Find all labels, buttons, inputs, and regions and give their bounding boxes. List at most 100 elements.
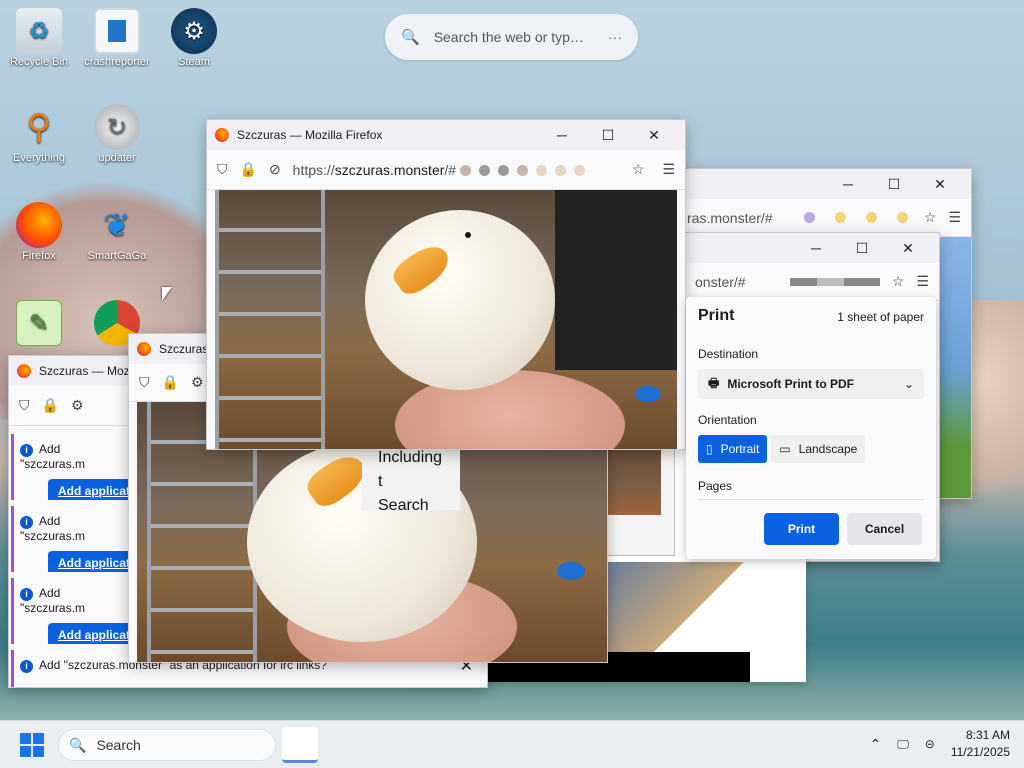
- url-bar[interactable]: ras.monster/#: [675, 210, 788, 226]
- cancel-button[interactable]: Cancel: [847, 513, 922, 545]
- portrait-icon: ▯: [706, 442, 713, 456]
- window-title: Szczuras — Mozi: [39, 364, 133, 378]
- clock[interactable]: 8:31 AM 11/21/2025: [951, 727, 1010, 761]
- sheet-count: 1 sheet of paper: [837, 310, 924, 324]
- search-icon: 🔍: [69, 736, 87, 753]
- info-icon: i: [20, 588, 33, 601]
- orientation-label: Orientation: [698, 413, 757, 427]
- destination-value: Microsoft Print to PDF: [727, 377, 854, 391]
- more-options-icon[interactable]: ···: [608, 29, 622, 45]
- permissions-icon[interactable]: ⊘: [269, 161, 281, 178]
- url-emoji-strip: [789, 277, 880, 286]
- chevron-up-icon[interactable]: ⌃: [869, 736, 881, 753]
- print-button[interactable]: Print: [764, 513, 839, 545]
- desktop-icon-label: Everything: [13, 152, 65, 164]
- menu-icon[interactable]: ☰: [662, 161, 675, 178]
- menu-icon[interactable]: ☰: [916, 273, 929, 290]
- permissions-icon[interactable]: ⚙: [71, 397, 84, 414]
- add-application-button[interactable]: Add application: [48, 551, 129, 572]
- bookmark-star-icon[interactable]: ☆: [924, 209, 937, 226]
- close-button[interactable]: ✕: [631, 127, 677, 144]
- desktop-icon-everything[interactable]: ⚲ Everything: [3, 104, 75, 164]
- desktop-icon-label: crashreporter: [84, 56, 150, 68]
- taskbar-firefox-button[interactable]: [282, 727, 318, 763]
- updater-icon: ↻: [94, 104, 140, 150]
- add-application-button[interactable]: Add application: [48, 623, 129, 644]
- firefox-window-main[interactable]: Szczuras — Mozilla Firefox ─ ☐ ✕ ⛉ 🔒 ⊘ h…: [206, 119, 686, 450]
- info-icon: i: [20, 444, 33, 457]
- lock-icon: 🔒: [239, 161, 257, 177]
- shield-icon[interactable]: ⛉: [217, 161, 228, 178]
- print-dialog-title: Print: [698, 307, 735, 324]
- page-text-fragment: Including t Search only: [362, 442, 460, 510]
- shield-icon[interactable]: ⛉: [19, 397, 30, 414]
- desktop-icon-label: SmartGaGa: [87, 250, 147, 262]
- mouse-cursor-icon: [162, 287, 172, 301]
- url-host: szczuras.monster: [334, 161, 445, 178]
- bookmark-star-icon[interactable]: ☆: [632, 161, 645, 178]
- firefox-icon: [215, 128, 229, 142]
- desktop-icon-crashreporter[interactable]: crashreporter: [81, 8, 153, 68]
- desktop-icon-label: updater: [98, 152, 136, 164]
- chevron-down-icon: ⌄: [903, 377, 914, 391]
- close-button[interactable]: ✕: [885, 240, 931, 257]
- recycle-bin-icon: ♻: [16, 8, 62, 54]
- notification-bar: iAdd "szczuras.m Add application: [11, 434, 129, 500]
- window-title: Szczuras — Mozilla Firefox: [237, 128, 383, 142]
- permissions-icon[interactable]: ⚙: [191, 374, 204, 391]
- firefox-icon: [289, 733, 311, 755]
- maximize-button[interactable]: ☐: [839, 240, 885, 257]
- maximize-button[interactable]: ☐: [871, 176, 917, 193]
- desktop-icon-label: Steam: [178, 56, 210, 68]
- clock-date: 11/21/2025: [950, 745, 1010, 759]
- pages-label: Pages: [698, 479, 924, 500]
- print-dialog: Print 1 sheet of paper Destination 🖶 Mic…: [686, 297, 936, 559]
- search-icon: 🔍: [401, 29, 420, 46]
- close-button[interactable]: ✕: [917, 176, 963, 193]
- fragment-line: Search only: [378, 497, 429, 510]
- taskbar: 🔍 Search ⌃ 🖵 ⊝ 8:31 AM 11/21/2025: [0, 720, 1024, 768]
- desktop-icon-label: Firefox: [22, 250, 56, 262]
- info-icon: i: [20, 660, 33, 673]
- url-scheme: https://: [292, 161, 335, 178]
- steam-icon: ⚙: [171, 8, 217, 54]
- smartgaga-icon: ❦: [103, 207, 131, 243]
- desktop-icon-label: Recycle Bin: [9, 56, 69, 68]
- start-button[interactable]: [20, 733, 44, 757]
- info-icon: i: [20, 516, 33, 529]
- fragment-line: Including t: [378, 449, 443, 490]
- destination-select[interactable]: 🖶 Microsoft Print to PDF ⌄: [698, 369, 924, 399]
- maximize-button[interactable]: ☐: [585, 127, 631, 144]
- notepad-plus-icon: ✎: [16, 300, 62, 346]
- minimize-button[interactable]: ─: [825, 176, 871, 193]
- destination-label: Destination: [698, 347, 759, 361]
- notification-bar: iAdd "szczuras.m Add application: [11, 578, 129, 644]
- desktop-icon-steam[interactable]: ⚙ Steam: [158, 8, 230, 68]
- shield-icon[interactable]: ⛉: [139, 374, 150, 391]
- minimize-button[interactable]: ─: [793, 240, 839, 257]
- duck-image-main: [215, 190, 677, 449]
- lock-icon: 🔒: [41, 397, 59, 413]
- portrait-label: Portrait: [720, 442, 760, 456]
- portrait-button[interactable]: ▯ Portrait: [698, 435, 768, 463]
- desktop-icon-smartgaga[interactable]: ❦ SmartGaGa: [81, 202, 153, 262]
- taskbar-search[interactable]: 🔍 Search: [58, 729, 276, 761]
- network-icon[interactable]: ⊝: [925, 737, 935, 751]
- url-path: /#: [444, 161, 457, 178]
- desktop-icon-notepad[interactable]: ✎: [3, 300, 75, 348]
- url-bar[interactable]: https://szczuras.monster/#: [293, 162, 620, 178]
- minimize-button[interactable]: ─: [539, 127, 585, 144]
- desktop-icon-recycle-bin[interactable]: ♻ Recycle Bin: [3, 8, 75, 68]
- url-bar[interactable]: onster/#: [695, 274, 778, 290]
- firefox-icon: [16, 202, 62, 248]
- bookmark-star-icon[interactable]: ☆: [892, 273, 905, 290]
- display-icon[interactable]: 🖵: [897, 737, 909, 752]
- desktop-icon-firefox[interactable]: Firefox: [3, 202, 75, 262]
- everything-search-icon: ⚲: [26, 108, 52, 146]
- menu-icon[interactable]: ☰: [948, 209, 961, 226]
- add-application-button[interactable]: Add application: [48, 479, 129, 500]
- taskbar-search-label: Search: [96, 737, 141, 753]
- landscape-button[interactable]: ▭ Landscape: [771, 435, 866, 463]
- desktop-search-widget[interactable]: 🔍 Search the web or typ… ···: [385, 14, 638, 60]
- desktop-icon-updater[interactable]: ↻ updater: [81, 104, 153, 164]
